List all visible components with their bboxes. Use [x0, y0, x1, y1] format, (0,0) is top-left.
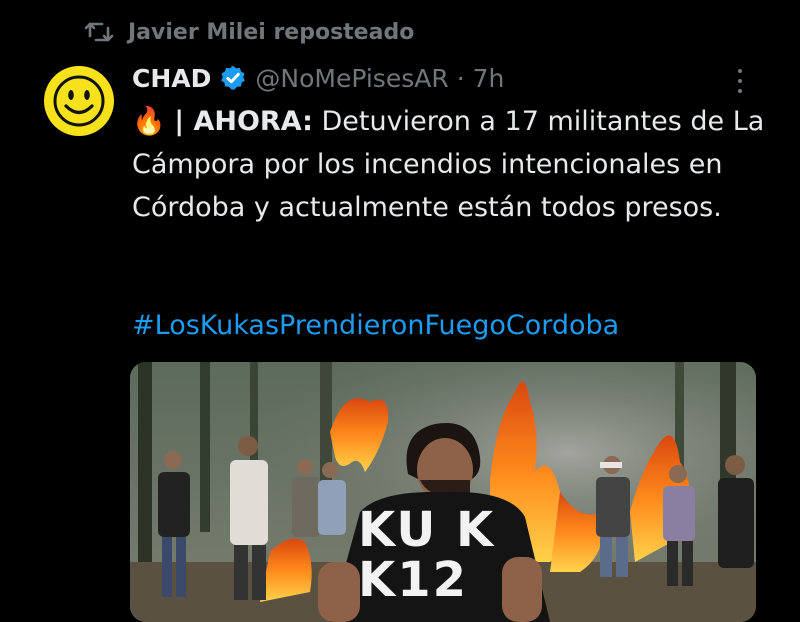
avatar[interactable] — [44, 66, 114, 136]
hashtag-link[interactable]: #LosKukasPrendieronFuegoCordoba — [132, 310, 619, 341]
tweet-time[interactable]: 7h — [473, 64, 505, 93]
author-name[interactable]: CHAD — [132, 64, 211, 93]
tweet-header: CHAD @NoMePisesAR · 7h — [132, 58, 504, 98]
repost-header[interactable]: Javier Milei reposteado — [84, 14, 414, 50]
shirt-print-text: KU K K12 — [358, 505, 495, 605]
tweet-text: 🔥 | AHORA: Detuvieron a 17 militantes de… — [132, 100, 772, 229]
smiley-icon — [45, 67, 113, 135]
repost-icon — [84, 21, 114, 43]
fire-emoji-icon: 🔥 — [132, 106, 166, 137]
author-handle[interactable]: @NoMePisesAR — [255, 64, 448, 93]
more-options-icon[interactable] — [732, 66, 748, 96]
tweet-text-prefix: | AHORA: — [174, 106, 313, 137]
verified-badge-icon — [219, 64, 247, 92]
shirt-print-line2: K12 — [358, 552, 468, 608]
repost-label: Javier Milei reposteado — [128, 19, 415, 45]
separator-dot: · — [456, 63, 465, 93]
shirt-print-line1: KU K — [358, 502, 496, 558]
